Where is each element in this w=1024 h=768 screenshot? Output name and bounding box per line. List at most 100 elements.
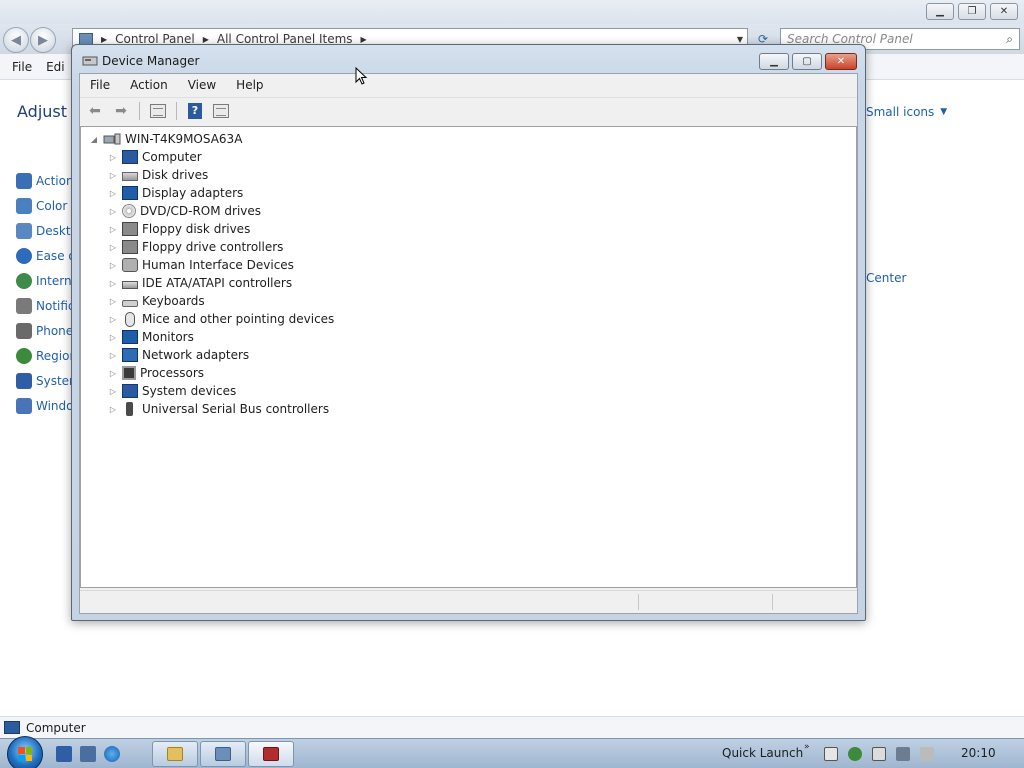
action-center-flag-icon[interactable]: [872, 747, 886, 761]
cp-close-button[interactable]: ✕: [990, 3, 1018, 20]
color-icon: [16, 197, 32, 214]
forward-arrow-icon: ➡: [115, 102, 127, 119]
menu-file[interactable]: File: [90, 78, 110, 92]
tree-item-display-adapters[interactable]: ▷ Display adapters: [108, 184, 243, 202]
menu-view[interactable]: View: [188, 78, 216, 92]
minimize-button[interactable]: ▁: [759, 53, 789, 70]
double-chevron-icon[interactable]: »: [804, 742, 810, 752]
expand-triangle-icon[interactable]: ▷: [108, 206, 118, 216]
show-desktop-icon[interactable]: [56, 746, 72, 762]
taskbar-device-manager-button[interactable]: [248, 741, 294, 767]
expand-triangle-icon[interactable]: ▷: [108, 314, 118, 324]
expand-triangle-icon[interactable]: ▷: [108, 170, 118, 180]
back-arrow-icon: ⬅: [89, 102, 101, 119]
switch-windows-icon[interactable]: [80, 746, 96, 762]
tree-item-mice[interactable]: ▷ Mice and other pointing devices: [108, 310, 334, 328]
volume-muted-icon[interactable]: [920, 747, 934, 761]
expand-triangle-icon[interactable]: ▷: [108, 332, 118, 342]
tree-item-disk-drives[interactable]: ▷ Disk drives: [108, 166, 208, 184]
internet-explorer-icon[interactable]: [104, 746, 120, 762]
quick-launch-label[interactable]: Quick Launch: [722, 746, 803, 760]
view-by-dropdown[interactable]: Small icons ▼: [866, 105, 947, 119]
floppy-controller-icon: [122, 240, 138, 254]
usb-controller-icon: [122, 402, 138, 416]
close-icon: ✕: [836, 56, 846, 67]
menu-action[interactable]: Action: [130, 78, 168, 92]
taskbar-explorer-button[interactable]: [152, 741, 198, 767]
device-manager-client: File Action View Help ⬅ ➡ ? ◢ WIN-T4K9MO…: [79, 73, 858, 614]
tree-item-ide-controllers[interactable]: ▷ IDE ATA/ATAPI controllers: [108, 274, 292, 292]
collapse-triangle-icon[interactable]: ◢: [89, 134, 99, 144]
forward-button[interactable]: ▶: [30, 27, 56, 53]
tree-item-floppy-disk-drives[interactable]: ▷ Floppy disk drives: [108, 220, 250, 238]
tree-item-system-devices[interactable]: ▷ System devices: [108, 382, 236, 400]
view-by-value: Small icons: [866, 105, 935, 119]
expand-triangle-icon[interactable]: ▷: [108, 152, 118, 162]
mouse-icon: [125, 311, 135, 327]
tree-item-network-adapters[interactable]: ▷ Network adapters: [108, 346, 249, 364]
expand-triangle-icon[interactable]: ▷: [108, 296, 118, 306]
menu-help[interactable]: Help: [236, 78, 263, 92]
system-device-icon: [122, 384, 138, 398]
disk-drive-icon: [122, 172, 138, 181]
cp-minimize-button[interactable]: ▁: [926, 3, 954, 20]
computer-icon: [103, 133, 121, 145]
tree-item-computer[interactable]: ▷ Computer: [108, 148, 202, 166]
cp-menu-edit[interactable]: Edi: [46, 60, 65, 74]
network-adapter-icon: [122, 348, 138, 362]
tree-item-usb-controllers[interactable]: ▷ Universal Serial Bus controllers: [108, 400, 329, 418]
notification-icon: [16, 297, 32, 314]
tree-item-monitors[interactable]: ▷ Monitors: [108, 328, 194, 346]
network-icon[interactable]: [896, 747, 910, 761]
expand-triangle-icon[interactable]: ▷: [108, 242, 118, 252]
expand-triangle-icon[interactable]: ▷: [108, 224, 118, 234]
clock[interactable]: 20:10: [961, 746, 996, 760]
expand-triangle-icon[interactable]: ▷: [108, 278, 118, 288]
tree-item-processors[interactable]: ▷ Processors: [108, 364, 204, 382]
security-shield-icon[interactable]: [848, 747, 862, 761]
cp-restore-button[interactable]: ❐: [958, 3, 986, 20]
usb-plug-icon: [126, 402, 133, 416]
back-button[interactable]: ◀: [3, 27, 29, 53]
tree-root[interactable]: ◢ WIN-T4K9MOSA63A: [89, 130, 242, 148]
expand-triangle-icon[interactable]: ▷: [108, 368, 118, 378]
breadcrumb-separator-icon: ▶: [360, 34, 367, 44]
expand-triangle-icon[interactable]: ▷: [108, 188, 118, 198]
cp-item-label: Windo: [36, 398, 74, 413]
help-button[interactable]: ?: [184, 101, 206, 121]
maximize-button[interactable]: ▢: [792, 53, 822, 70]
phone-icon: [16, 322, 32, 339]
tree-item-dvd-cd-rom-drives[interactable]: ▷ DVD/CD-ROM drives: [108, 202, 261, 220]
tree-item-floppy-drive-controllers[interactable]: ▷ Floppy drive controllers: [108, 238, 283, 256]
start-button[interactable]: [7, 736, 43, 768]
taskbar-control-panel-button[interactable]: [200, 741, 246, 767]
tree-item-label: Disk drives: [142, 168, 209, 182]
back-button[interactable]: ⬅: [84, 101, 106, 121]
control-panel-icon: [215, 747, 231, 761]
forward-button[interactable]: ➡: [110, 101, 132, 121]
cp-item-center[interactable]: Center: [866, 271, 906, 285]
ide-controller-icon: [122, 280, 138, 289]
help-icon: ?: [188, 102, 202, 119]
cp-menu-file[interactable]: File: [12, 60, 32, 74]
address-dropdown-icon[interactable]: ▼: [737, 35, 743, 44]
tree-item-human-interface-devices[interactable]: ▷ Human Interface Devices: [108, 256, 294, 274]
breadcrumb-separator-icon: ▶: [101, 34, 108, 44]
expand-triangle-icon[interactable]: ▷: [108, 404, 118, 414]
cp-item-label: Notific: [36, 298, 75, 313]
tray-document-icon[interactable]: [824, 747, 838, 761]
device-tree[interactable]: ◢ WIN-T4K9MOSA63A ▷ Computer ▷ Disk driv…: [80, 126, 857, 588]
menubar: File Action View Help: [80, 74, 857, 96]
expand-triangle-icon[interactable]: ▷: [108, 260, 118, 270]
tree-item-label: Computer: [142, 150, 202, 164]
close-button[interactable]: ✕: [825, 53, 857, 70]
show-hide-console-tree-button[interactable]: [147, 101, 169, 121]
cp-status-text: Computer: [26, 720, 86, 735]
properties-icon: [213, 103, 229, 118]
display-adapter-icon: [122, 186, 138, 200]
properties-button[interactable]: [210, 101, 232, 121]
expand-triangle-icon[interactable]: ▷: [108, 386, 118, 396]
tree-item-keyboards[interactable]: ▷ Keyboards: [108, 292, 205, 310]
expand-triangle-icon[interactable]: ▷: [108, 350, 118, 360]
internet-icon: [16, 272, 32, 289]
